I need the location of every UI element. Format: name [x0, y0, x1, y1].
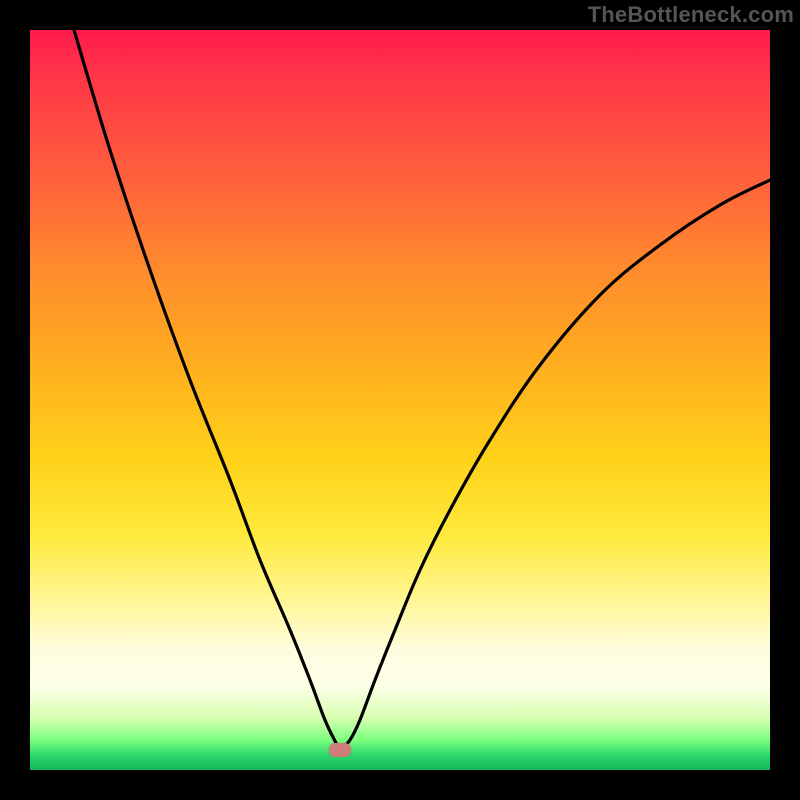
minimum-marker	[329, 743, 351, 757]
curve-svg	[30, 30, 770, 770]
watermark-text: TheBottleneck.com	[588, 2, 794, 28]
plot-area	[30, 30, 770, 770]
curve-right-branch	[340, 180, 770, 750]
chart-frame: TheBottleneck.com	[0, 0, 800, 800]
curve-left-branch	[74, 30, 340, 750]
